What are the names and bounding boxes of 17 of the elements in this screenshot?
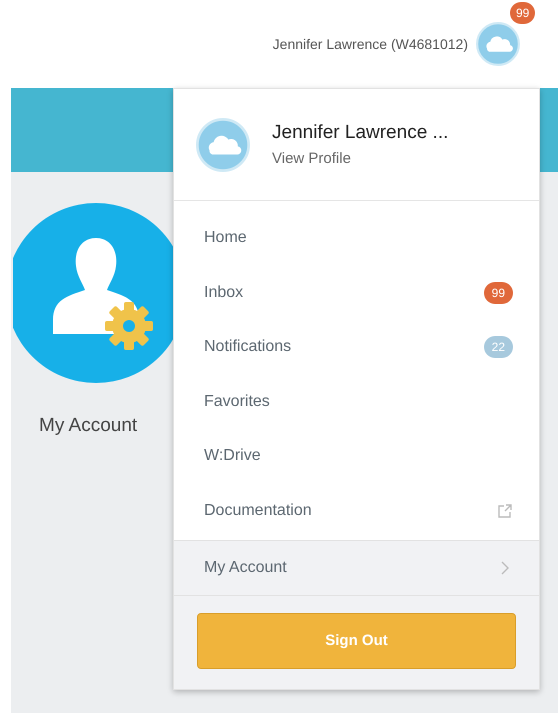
view-profile-link[interactable]: View Profile: [272, 148, 448, 170]
external-link-icon: [497, 502, 513, 519]
notification-count: 99: [510, 2, 536, 24]
menu-item[interactable]: Documentation: [174, 484, 539, 538]
chevron-right-icon: [501, 561, 509, 575]
menu-item[interactable]: Home: [174, 211, 539, 266]
avatar-icon: [476, 22, 520, 66]
menu-item[interactable]: Notifications 22: [174, 320, 539, 374]
menu-item[interactable]: Inbox 99: [174, 266, 539, 320]
avatar-icon: [196, 118, 250, 172]
profile-name: Jennifer Lawrence ...: [272, 121, 448, 145]
menu-item[interactable]: W:Drive: [174, 429, 539, 484]
count-badge: 22: [484, 336, 513, 358]
my-account-row[interactable]: My Account: [174, 540, 539, 596]
user-name[interactable]: Jennifer Lawrence (W4681012): [272, 34, 468, 54]
count-badge: 99: [484, 282, 513, 304]
menu-item[interactable]: Favorites: [174, 374, 539, 429]
